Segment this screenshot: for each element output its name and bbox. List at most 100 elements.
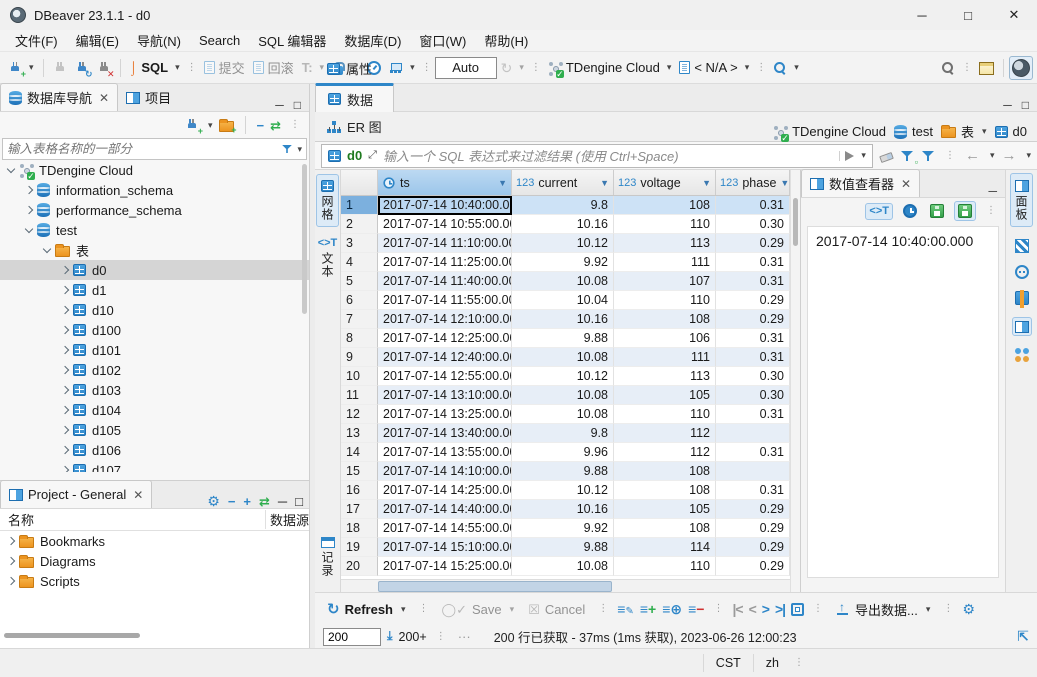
new-connection-button[interactable]: + ▾ <box>4 58 38 78</box>
chevron-down-icon[interactable]: ▾ <box>667 63 672 72</box>
last-row-icon[interactable]: >| <box>775 602 785 616</box>
menu-item[interactable]: SQL 编辑器 <box>249 29 335 52</box>
chevron-down-icon[interactable]: ▾ <box>982 127 987 136</box>
tree-item-test[interactable]: test <box>0 220 309 240</box>
commit-button[interactable]: 提交 <box>200 55 249 80</box>
menu-item[interactable]: Search <box>190 31 249 50</box>
chevron-down-icon[interactable]: ▼ <box>780 178 789 188</box>
metadata-panel-icon[interactable] <box>1015 239 1029 253</box>
chevron-down-icon[interactable]: ▾ <box>175 63 180 72</box>
add-row-icon[interactable]: ≡+ <box>640 602 656 616</box>
cell-current[interactable]: 10.08 <box>512 557 614 576</box>
table-row[interactable]: 152017-07-14 14:10:00.0009.88108 <box>341 462 790 481</box>
fetch-page-icon[interactable] <box>791 603 804 616</box>
cell-phase[interactable]: 0.31 <box>716 329 790 348</box>
table-row[interactable]: 22017-07-14 10:55:00.00010.161100.30 <box>341 215 790 234</box>
cell-current[interactable]: 10.12 <box>512 481 614 500</box>
tree-scrollbar[interactable] <box>302 164 307 314</box>
new-folder-icon[interactable]: + <box>219 121 234 132</box>
pivot-icon[interactable]: ⇱ <box>1017 629 1029 644</box>
cell-current[interactable]: 10.08 <box>512 405 614 424</box>
cell-phase[interactable]: 0.29 <box>716 538 790 557</box>
chevron-down-icon[interactable]: ▾ <box>297 145 302 154</box>
tab-project-general[interactable]: Project - General ✕ <box>0 480 152 508</box>
cell-voltage[interactable]: 108 <box>614 481 716 500</box>
chevron-down-icon[interactable]: ▾ <box>208 121 213 130</box>
subtab-属性[interactable]: 属性 <box>315 54 394 83</box>
cell-phase[interactable]: 0.31 <box>716 481 790 500</box>
tree-item-d103[interactable]: d103 <box>0 380 309 400</box>
row-number[interactable]: 16 <box>341 481 378 500</box>
presentation-文本[interactable]: <>T文本 <box>316 233 340 283</box>
minimize-view-icon[interactable]: ─ <box>278 495 287 508</box>
presentation-记录[interactable]: 记录 <box>317 530 338 582</box>
cell-ts[interactable]: 2017-07-14 11:55:00.000 <box>378 291 512 310</box>
column-header-datasource[interactable]: 数据源 <box>265 510 309 529</box>
chevron-down-icon[interactable]: ▾ <box>926 605 931 614</box>
cell-voltage[interactable]: 108 <box>614 310 716 329</box>
table-row[interactable]: 62017-07-14 11:55:00.00010.041100.29 <box>341 291 790 310</box>
tree-item-d10[interactable]: d10 <box>0 300 309 320</box>
expand-all-icon[interactable]: + <box>243 495 251 508</box>
expand-icon[interactable] <box>61 286 69 294</box>
table-row[interactable]: 82017-07-14 12:25:00.0009.881060.31 <box>341 329 790 348</box>
tree-item-information_schema[interactable]: information_schema <box>0 180 309 200</box>
tree-item-d104[interactable]: d104 <box>0 400 309 420</box>
cell-phase[interactable]: 0.30 <box>716 386 790 405</box>
maximize-view-icon[interactable]: □ <box>295 495 303 508</box>
cell-voltage[interactable]: 108 <box>614 462 716 481</box>
collapse-all-icon[interactable]: − <box>257 119 265 132</box>
grid-corner[interactable] <box>341 170 378 195</box>
dbeaver-perspective-button[interactable] <box>1009 56 1033 80</box>
column-header-phase[interactable]: 123phase▼ <box>716 170 790 195</box>
cell-ts[interactable]: 2017-07-14 11:10:00.000 <box>378 234 512 253</box>
chevron-down-icon[interactable]: ▾ <box>861 151 866 160</box>
cell-voltage[interactable]: 110 <box>614 215 716 234</box>
table-row[interactable]: 12017-07-14 10:40:00.0009.81080.31 <box>341 196 790 215</box>
cell-ts[interactable]: 2017-07-14 13:25:00.000 <box>378 405 512 424</box>
cell-current[interactable]: 9.92 <box>512 253 614 272</box>
quick-search-button[interactable]: ▾ <box>769 58 803 78</box>
cell-current[interactable]: 10.12 <box>512 367 614 386</box>
row-number[interactable]: 10 <box>341 367 378 386</box>
cell-voltage[interactable]: 112 <box>614 443 716 462</box>
cell-ts[interactable]: 2017-07-14 13:40:00.000 <box>378 424 512 443</box>
tree-item-表[interactable]: 表 <box>0 240 309 260</box>
row-number[interactable]: 20 <box>341 557 378 576</box>
edit-row-icon[interactable]: ≡✎ <box>617 602 634 617</box>
cell-phase[interactable]: 0.29 <box>716 557 790 576</box>
expand-icon[interactable] <box>25 186 33 194</box>
row-number[interactable]: 8 <box>341 329 378 348</box>
cell-voltage[interactable]: 105 <box>614 386 716 405</box>
table-row[interactable]: 102017-07-14 12:55:00.00010.121130.30 <box>341 367 790 386</box>
cell-voltage[interactable]: 111 <box>614 348 716 367</box>
connect-button[interactable] <box>49 58 71 78</box>
cell-current[interactable]: 10.16 <box>512 215 614 234</box>
grid-hscroll-thumb[interactable] <box>378 581 612 592</box>
expand-icon[interactable] <box>61 386 69 394</box>
expand-icon[interactable] <box>61 406 69 414</box>
menu-item[interactable]: 编辑(E) <box>67 29 128 52</box>
apply-filter-icon[interactable] <box>845 151 854 161</box>
clear-filter-icon[interactable] <box>879 152 894 163</box>
expand-filter-icon[interactable]: ⤢ <box>368 150 377 161</box>
horizontal-scrollbar[interactable] <box>4 633 140 638</box>
cell-voltage[interactable]: 113 <box>614 234 716 253</box>
tree-item-d107[interactable]: d107 <box>0 460 309 472</box>
cell-current[interactable]: 9.88 <box>512 462 614 481</box>
cell-voltage[interactable]: 108 <box>614 196 716 215</box>
sql-editor-button[interactable]: ⌡ SQL ▾ <box>126 57 184 78</box>
table-row[interactable]: 42017-07-14 11:25:00.0009.921110.31 <box>341 253 790 272</box>
table-row[interactable]: 112017-07-14 13:10:00.00010.081050.30 <box>341 386 790 405</box>
chevron-down-icon[interactable]: ▼ <box>702 178 711 188</box>
row-number[interactable]: 15 <box>341 462 378 481</box>
cell-voltage[interactable]: 106 <box>614 329 716 348</box>
presentation-网格[interactable]: 网格 <box>316 174 339 227</box>
column-header-current[interactable]: 123current▼ <box>512 170 614 195</box>
cell-phase[interactable] <box>716 462 790 481</box>
cell-current[interactable]: 9.96 <box>512 443 614 462</box>
reconnect-button[interactable]: ↻ <box>71 58 93 78</box>
table-row[interactable]: 192017-07-14 15:10:00.0009.881140.29 <box>341 538 790 557</box>
table-row[interactable]: 32017-07-14 11:10:00.00010.121130.29 <box>341 234 790 253</box>
previous-row-icon[interactable]: < <box>749 602 756 616</box>
